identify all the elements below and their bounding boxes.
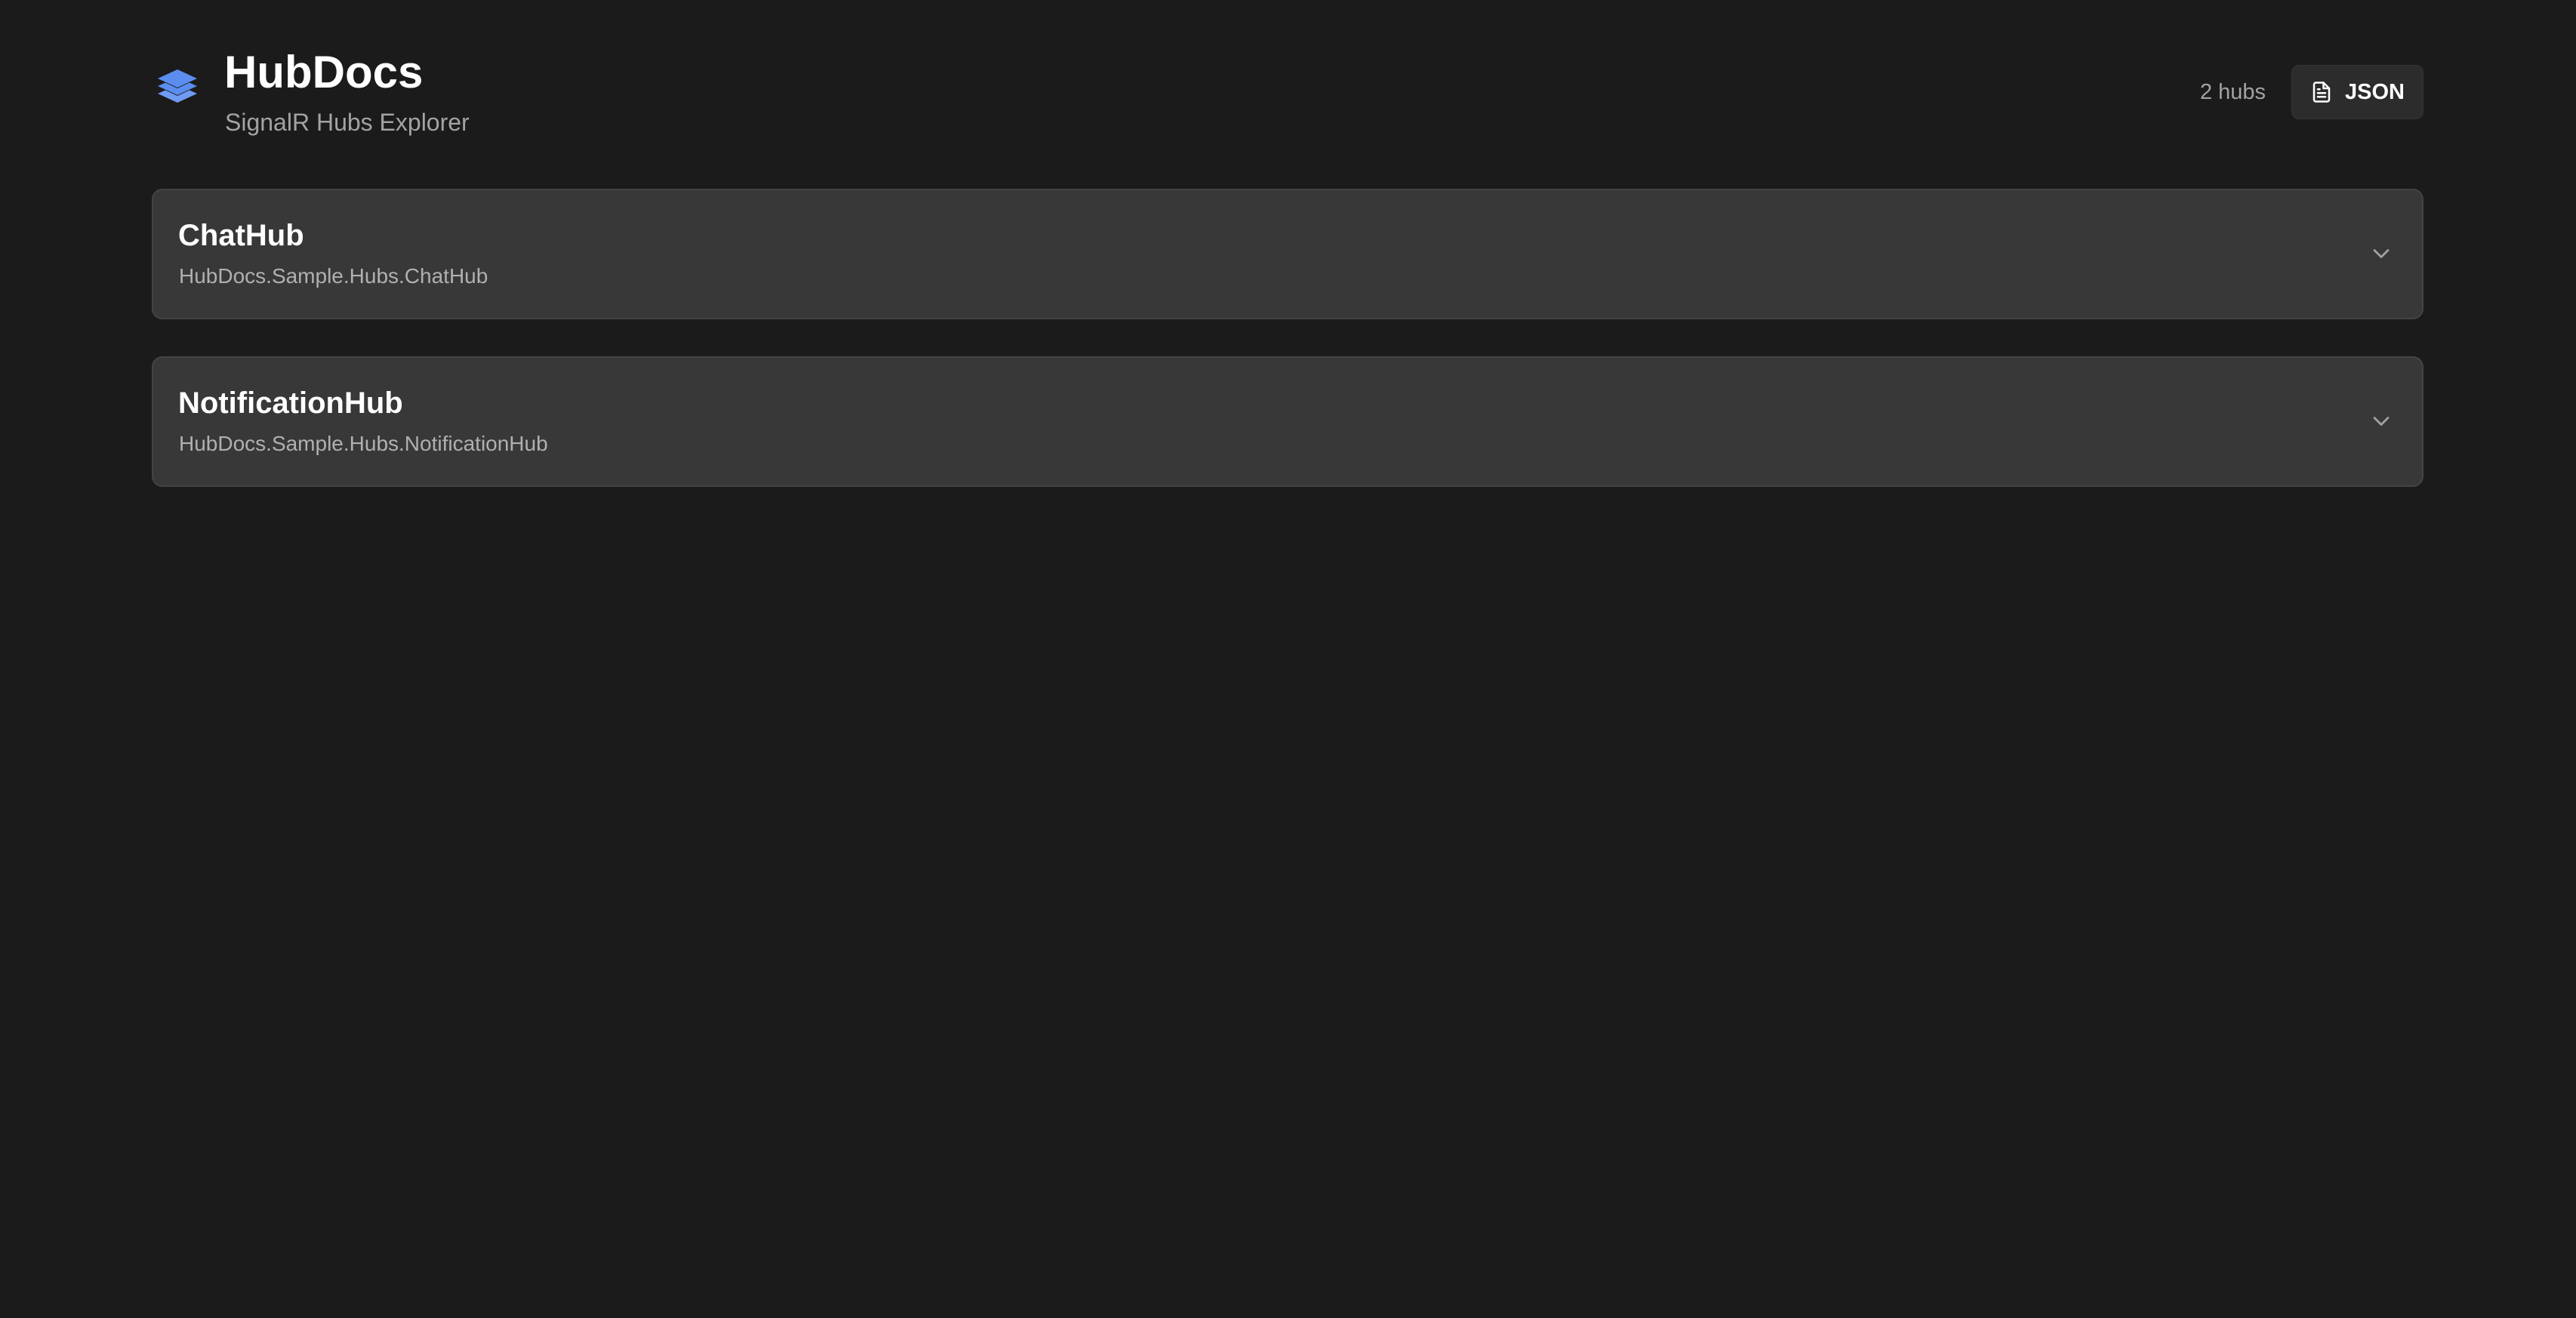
layers-icon <box>156 68 199 112</box>
hub-card-chathub[interactable]: ChatHub HubDocs.Sample.Hubs.ChatHub <box>152 189 2423 319</box>
hub-name: ChatHub <box>178 219 304 252</box>
json-button-label: JSON <box>2345 79 2405 104</box>
hub-list: ChatHub HubDocs.Sample.Hubs.ChatHub Noti… <box>152 189 2423 524</box>
app-header: HubDocs SignalR Hubs Explorer 2 hubs JSO… <box>152 44 2423 142</box>
header-actions: 2 hubs JSON <box>2200 65 2423 119</box>
chevron-down-icon[interactable] <box>2368 240 2395 267</box>
page: HubDocs SignalR Hubs Explorer 2 hubs JSO… <box>0 0 2576 1318</box>
hub-card-notificationhub[interactable]: NotificationHub HubDocs.Sample.Hubs.Noti… <box>152 356 2423 487</box>
hub-count: 2 hubs <box>2199 79 2266 104</box>
app-title: HubDocs <box>224 47 424 97</box>
hub-full-name: HubDocs.Sample.Hubs.ChatHub <box>179 264 488 288</box>
app-subtitle: SignalR Hubs Explorer <box>225 109 470 136</box>
file-icon <box>2310 81 2333 103</box>
hub-full-name: HubDocs.Sample.Hubs.NotificationHub <box>179 432 548 455</box>
chevron-down-icon[interactable] <box>2368 408 2395 435</box>
json-button[interactable]: JSON <box>2291 65 2423 119</box>
hub-name: NotificationHub <box>178 386 403 420</box>
